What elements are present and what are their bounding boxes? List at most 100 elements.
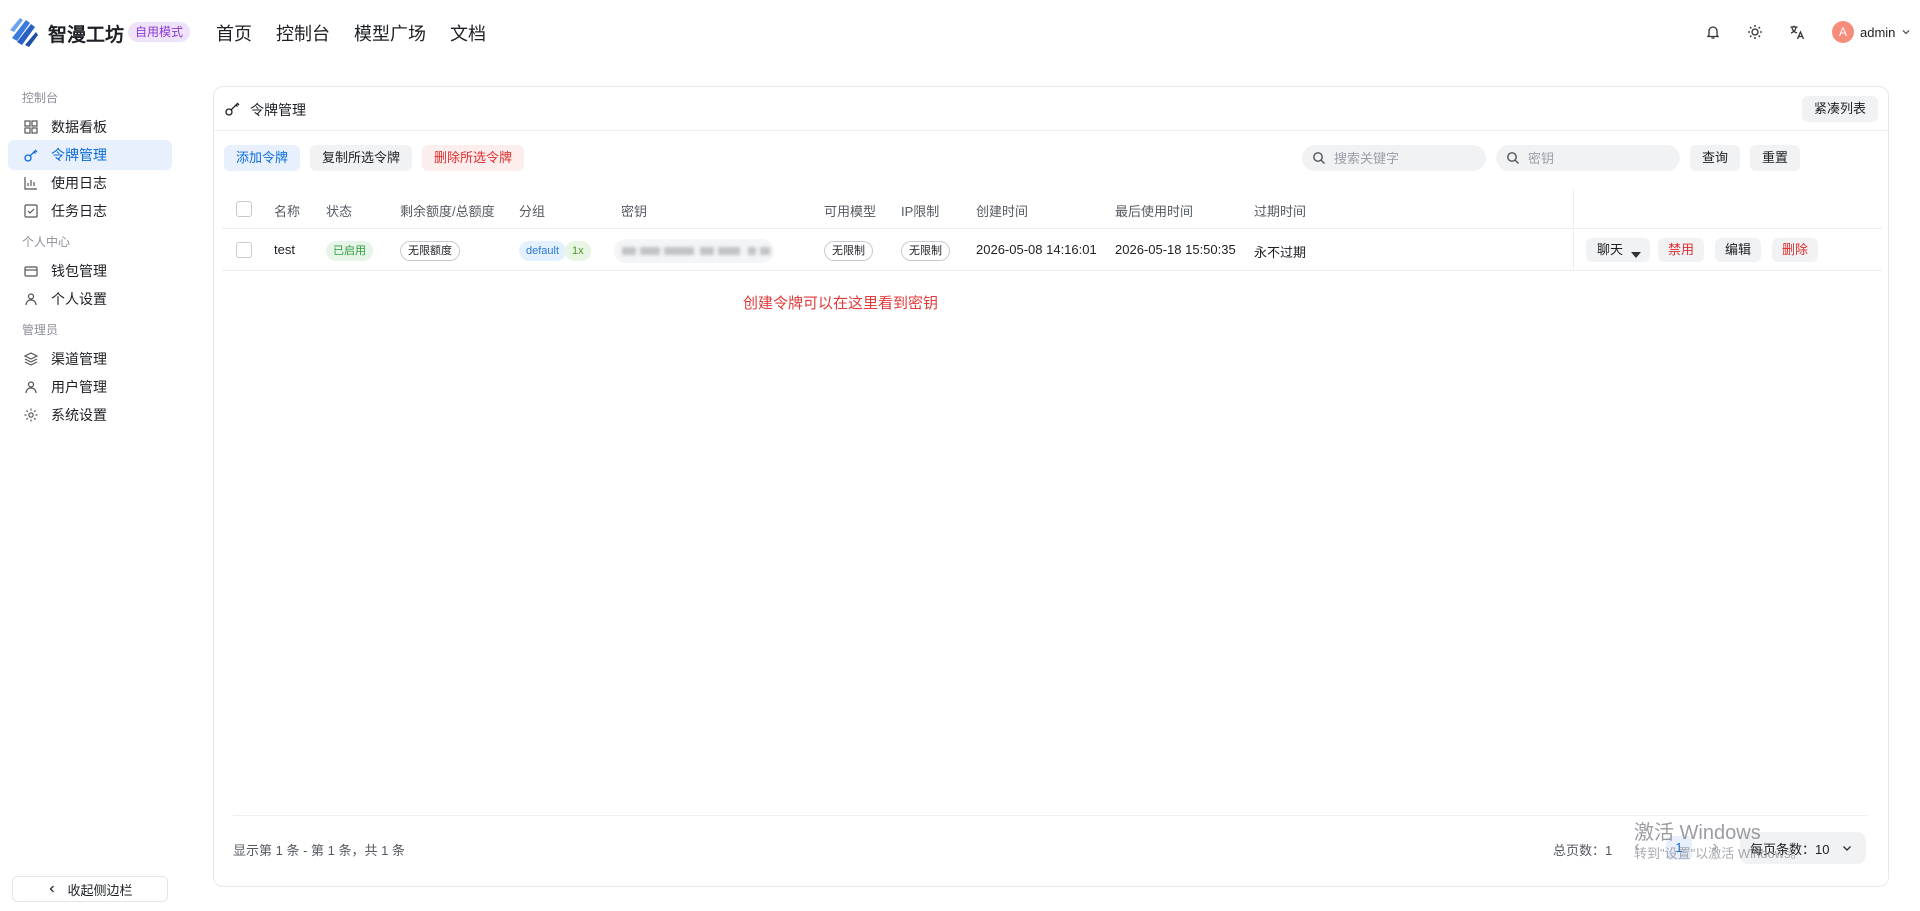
masked-key[interactable] [614,239,774,263]
column-last-used: 最后使用时间 [1115,204,1194,219]
sidebar-item-label: 渠道管理 [51,351,107,367]
chevron-down-icon [1902,30,1910,35]
token-management-card: 令牌管理 紧凑列表 添加令牌 复制所选令牌 删除所选令牌 查询 重置 名称 状态… [213,86,1889,887]
expire-time: 永不过期 [1254,245,1307,260]
search-icon [1313,152,1325,164]
reset-button[interactable]: 重置 [1750,145,1801,171]
key-icon [225,102,240,116]
user-icon [25,381,37,394]
keyword-search-input[interactable] [1334,150,1474,166]
delete-selected-tokens-button[interactable]: 删除所选令牌 [422,145,525,171]
table-header: 名称 状态 剩余额度/总额度 分组 密钥 可用模型 IP限制 创建时间 最后使用… [222,189,1882,229]
ip-limit-badge: 无限制 [901,241,950,261]
created-time: 2026-05-08 14:16:01 [976,242,1097,257]
sidebar-item-task-logs[interactable]: 任务日志 [8,196,172,226]
sidebar-item-users[interactable]: 用户管理 [8,372,172,402]
sidebar-item-channels[interactable]: 渠道管理 [8,344,172,374]
sidebar-item-label: 个人设置 [51,291,107,307]
column-quota: 剩余额度/总额度 [400,204,495,219]
checklist-icon [24,204,38,218]
copy-selected-tokens-button[interactable]: 复制所选令牌 [310,145,413,171]
key-icon [24,149,38,162]
key-search-input[interactable] [1528,150,1668,166]
sidebar-item-label: 任务日志 [51,203,107,219]
page-title: 令牌管理 [250,102,306,118]
edit-button[interactable]: 编辑 [1715,238,1762,262]
sidebar-item-system-settings[interactable]: 系统设置 [8,400,172,430]
notification-button[interactable] [1698,17,1728,47]
sidebar-group-admin: 管理员 [22,323,59,337]
status-badge: 已启用 [326,241,373,261]
collapse-sidebar-button[interactable]: 收起侧边栏 [12,876,168,902]
select-all-checkbox[interactable] [236,201,252,217]
pagination-range: 显示第 1 条 - 第 1 条，共 1 条 [233,843,405,858]
translate-icon [1790,25,1805,40]
last-used-time: 2026-05-18 15:50:35 [1115,242,1236,257]
column-models: 可用模型 [824,204,877,219]
user-menu[interactable]: A admin [1832,16,1920,48]
column-status: 状态 [326,204,353,219]
sidebar-item-label: 用户管理 [51,379,107,395]
card-header: 令牌管理 紧凑列表 [214,87,1888,131]
user-icon [25,293,37,306]
dashboard-icon [24,120,38,134]
key-search-box[interactable] [1496,145,1680,171]
nav-home[interactable]: 首页 [216,20,252,46]
sidebar-item-wallet[interactable]: 钱包管理 [8,256,172,286]
sidebar-item-dashboard[interactable]: 数据看板 [8,112,172,142]
ratio-badge: 1x [565,241,591,261]
table-row[interactable]: test 已启用 无限额度 default 1x 无限制 无限制 2026-05… [222,230,1882,271]
column-ip-limit: IP限制 [901,204,940,219]
quota-badge: 无限额度 [400,241,460,261]
mode-badge: 自用模式 [128,22,191,42]
sidebar-item-label: 使用日志 [51,175,107,191]
top-nav: 首页 控制台 模型广场 文档 [216,20,486,46]
brand-logo-icon[interactable] [8,14,40,48]
nav-model-square[interactable]: 模型广场 [354,20,426,46]
sidebar-item-usage-logs[interactable]: 使用日志 [8,168,172,198]
column-key: 密钥 [621,204,648,219]
sidebar-group-personal: 个人中心 [22,235,71,249]
token-name: test [274,242,295,257]
annotation-text: 创建令牌可以在这里看到密钥 [743,295,939,312]
compact-list-button[interactable]: 紧凑列表 [1801,96,1878,122]
search-icon [1507,152,1519,164]
column-created: 创建时间 [976,204,1029,219]
keyword-search-box[interactable] [1302,145,1486,171]
query-button[interactable]: 查询 [1690,145,1741,171]
nav-console[interactable]: 控制台 [276,20,330,46]
add-token-button[interactable]: 添加令牌 [224,145,301,171]
disable-button[interactable]: 禁用 [1658,238,1705,262]
theme-toggle-button[interactable] [1740,17,1770,47]
windows-activation-watermark: 激活 Windows [1634,822,1761,844]
sidebar-item-tokens[interactable]: 令牌管理 [8,140,172,170]
chevron-down-icon [1843,846,1852,851]
total-pages: 总页数：1 [1553,843,1613,858]
footer-divider [233,815,1867,816]
sidebar: 控制台 数据看板 令牌管理 使用日志 任务日志 个人中心 钱包管理 个人设置 管… [0,80,180,911]
sidebar-item-personal-settings[interactable]: 个人设置 [8,284,172,314]
nav-docs[interactable]: 文档 [450,20,486,46]
sidebar-item-label: 数据看板 [51,119,107,135]
chat-dropdown-icon[interactable] [1630,246,1642,262]
models-badge: 无限制 [824,241,873,261]
column-name: 名称 [274,204,301,219]
brand-name[interactable]: 智漫工坊 [48,20,124,47]
avatar: A [1832,21,1854,43]
group-badge: default [519,241,567,261]
sidebar-item-label: 令牌管理 [51,147,107,163]
sidebar-item-label: 钱包管理 [51,263,107,279]
delete-button[interactable]: 删除 [1772,238,1819,262]
column-divider [1573,189,1574,229]
sun-icon [1748,25,1762,39]
wallet-icon [24,266,38,277]
bell-icon [1706,26,1720,39]
column-group: 分组 [519,204,546,219]
sidebar-item-label: 系统设置 [51,407,107,423]
column-divider [1573,230,1574,271]
row-checkbox[interactable] [236,242,252,258]
sidebar-group-console: 控制台 [22,91,59,105]
language-button[interactable] [1782,17,1812,47]
collapse-sidebar-label: 收起侧边栏 [67,882,133,898]
gear-icon [24,408,38,422]
